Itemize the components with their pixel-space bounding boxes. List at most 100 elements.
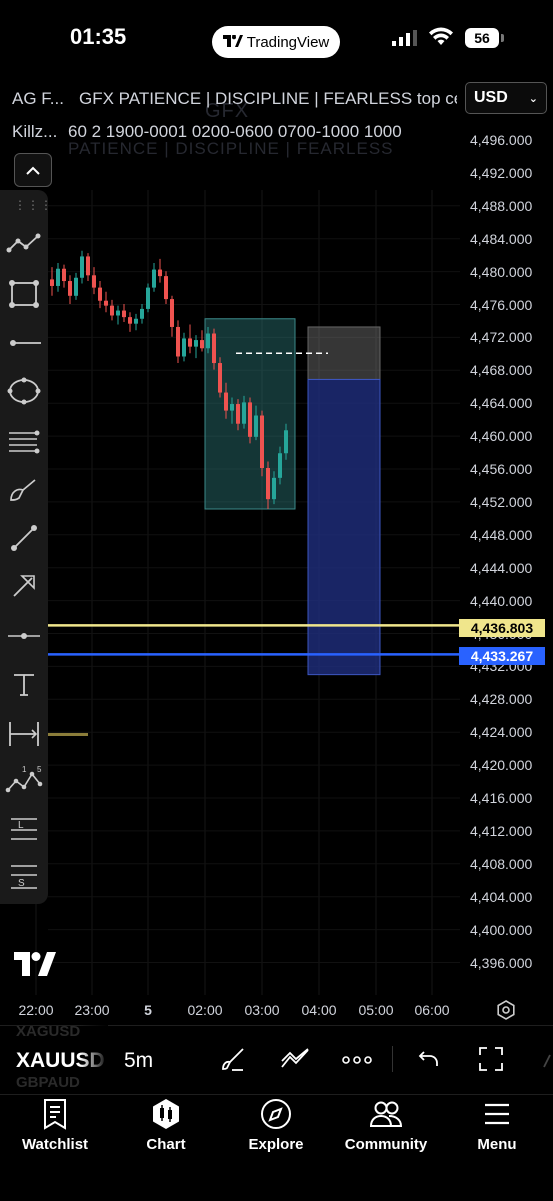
candle-body — [146, 287, 150, 309]
price-tick-label: 4,428.000 — [470, 691, 533, 708]
nav-watchlist[interactable]: Watchlist — [0, 1098, 110, 1153]
candle-body — [128, 317, 132, 324]
price-tick-label: 4,460.000 — [470, 428, 533, 445]
price-tick-label: 4,396.000 — [470, 954, 533, 971]
price-tick-label: 4,496.000 — [470, 132, 533, 148]
price-tick-label: 4,480.000 — [470, 263, 533, 280]
yellow-line-price-tag: 4,436.803 — [459, 619, 545, 637]
watchlist-icon — [44, 1099, 66, 1130]
nav-chart[interactable]: Chart — [111, 1098, 221, 1153]
indicator-title[interactable]: GFX PATIENCE | DISCIPLINE | FEARLESS top… — [79, 89, 457, 109]
elliott-wave-icon[interactable]: 15 — [0, 760, 48, 800]
toolbar-grip-icon[interactable]: ⋮⋮⋮ — [14, 198, 53, 212]
candle-body — [56, 268, 60, 286]
time-tick-label: 04:00 — [301, 1002, 337, 1018]
svg-text:5: 5 — [37, 765, 42, 774]
chart-settings-icon[interactable] — [496, 1000, 516, 1025]
price-tick-label: 4,456.000 — [470, 461, 533, 477]
candle-body — [254, 415, 258, 437]
nav-explore[interactable]: Explore — [221, 1098, 331, 1153]
candle-body — [176, 326, 180, 357]
nav-menu[interactable]: Menu — [442, 1098, 552, 1153]
tradingview-logo-icon — [222, 34, 243, 50]
drawing-brush-icon[interactable] — [219, 1045, 247, 1078]
nav-explore-label: Explore — [248, 1136, 304, 1153]
chart-icon — [153, 1099, 179, 1129]
fib-retracement-icon[interactable] — [0, 422, 48, 462]
candle-body — [206, 333, 210, 349]
horizontal-line-icon[interactable] — [0, 616, 48, 656]
currency-select[interactable]: USD ⌄ — [465, 82, 547, 114]
price-tick-label: 4,452.000 — [470, 493, 533, 510]
more-options-icon[interactable] — [342, 1052, 372, 1070]
time-tick-label: 03:00 — [244, 1002, 280, 1018]
undo-icon[interactable] — [418, 1048, 440, 1075]
indicator-symbol-label[interactable]: AG F... — [12, 89, 64, 109]
candle-body — [218, 363, 222, 393]
nav-community[interactable]: Community — [331, 1098, 441, 1153]
text-tool-icon[interactable] — [0, 664, 48, 704]
chart-canvas[interactable] — [0, 190, 460, 995]
horizontal-lines — [48, 624, 460, 656]
trend-line-tools-icon[interactable] — [0, 223, 48, 263]
candle-body — [140, 308, 144, 319]
watermark-subtitle: PATIENCE | DISCIPLINE | FEARLESS — [68, 139, 394, 158]
candle-body — [260, 415, 264, 468]
time-tick-label: 5 — [144, 1002, 152, 1018]
fullscreen-icon[interactable] — [478, 1046, 504, 1077]
candle-body — [266, 468, 270, 500]
candle-body — [152, 269, 156, 288]
candle-body — [182, 338, 186, 357]
price-tick-label: 4,484.000 — [470, 230, 533, 247]
wifi-icon — [428, 27, 454, 52]
svg-text:S: S — [18, 878, 25, 889]
tradingview-pill-label: TradingView — [246, 33, 330, 51]
candle-body — [200, 340, 204, 349]
candle-body — [92, 275, 96, 288]
short-ray-line — [48, 733, 88, 736]
time-tick-label: 05:00 — [358, 1002, 394, 1018]
indicators-icon[interactable] — [280, 1047, 310, 1076]
candle-body — [98, 287, 102, 301]
horizontal-ray-icon[interactable] — [0, 323, 48, 363]
arrow-tool-icon[interactable] — [0, 566, 48, 606]
short-position-icon[interactable]: S — [0, 857, 48, 897]
ellipse-tool-icon[interactable] — [0, 371, 48, 411]
killzone-label[interactable]: Killz... — [12, 122, 57, 142]
battery-tip — [501, 34, 504, 42]
candle-body — [68, 281, 72, 296]
tradingview-pill[interactable]: TradingView — [212, 26, 340, 58]
chevron-up-icon — [26, 166, 40, 175]
candle-body — [86, 256, 90, 276]
price-tick-label: 4,424.000 — [470, 724, 533, 741]
candle-body — [164, 276, 168, 300]
price-tick-label: 4,492.000 — [470, 164, 533, 181]
collapse-toolbar-button[interactable] — [14, 153, 52, 187]
price-tick-label: 4,464.000 — [470, 395, 533, 412]
long-position-icon[interactable]: L — [0, 808, 48, 848]
price-tick-label: 4,416.000 — [470, 790, 533, 806]
overflow-chevron-icon[interactable] — [542, 1054, 552, 1073]
price-tick-label: 4,440.000 — [470, 592, 533, 609]
candle-body — [272, 477, 276, 500]
nav-chart-label: Chart — [146, 1136, 186, 1153]
rectangle-tool-icon[interactable] — [0, 274, 48, 314]
measure-tool-icon[interactable] — [0, 714, 48, 754]
candle-body — [74, 277, 78, 296]
price-tick-label: 4,472.000 — [470, 329, 533, 346]
brush-tool-icon[interactable] — [0, 470, 48, 510]
candle-body — [50, 279, 54, 286]
candle-body — [248, 402, 252, 437]
price-tick-label: 4,400.000 — [470, 921, 533, 938]
nav-menu-label: Menu — [477, 1136, 517, 1153]
explore-icon — [261, 1099, 291, 1129]
candle-body — [224, 392, 228, 411]
status-time: 01:35 — [70, 24, 127, 49]
next-symbol: GBPAUD — [16, 1074, 80, 1091]
symbol-fade — [80, 1022, 108, 1092]
trend-line-icon[interactable] — [0, 518, 48, 558]
killzone-params[interactable]: 60 2 1900-0001 0200-0600 0700-1000 1000 — [68, 122, 458, 142]
currency-value: USD — [474, 89, 508, 106]
interval-selector[interactable]: 5m — [124, 1049, 153, 1073]
chart-drawings — [204, 318, 381, 676]
